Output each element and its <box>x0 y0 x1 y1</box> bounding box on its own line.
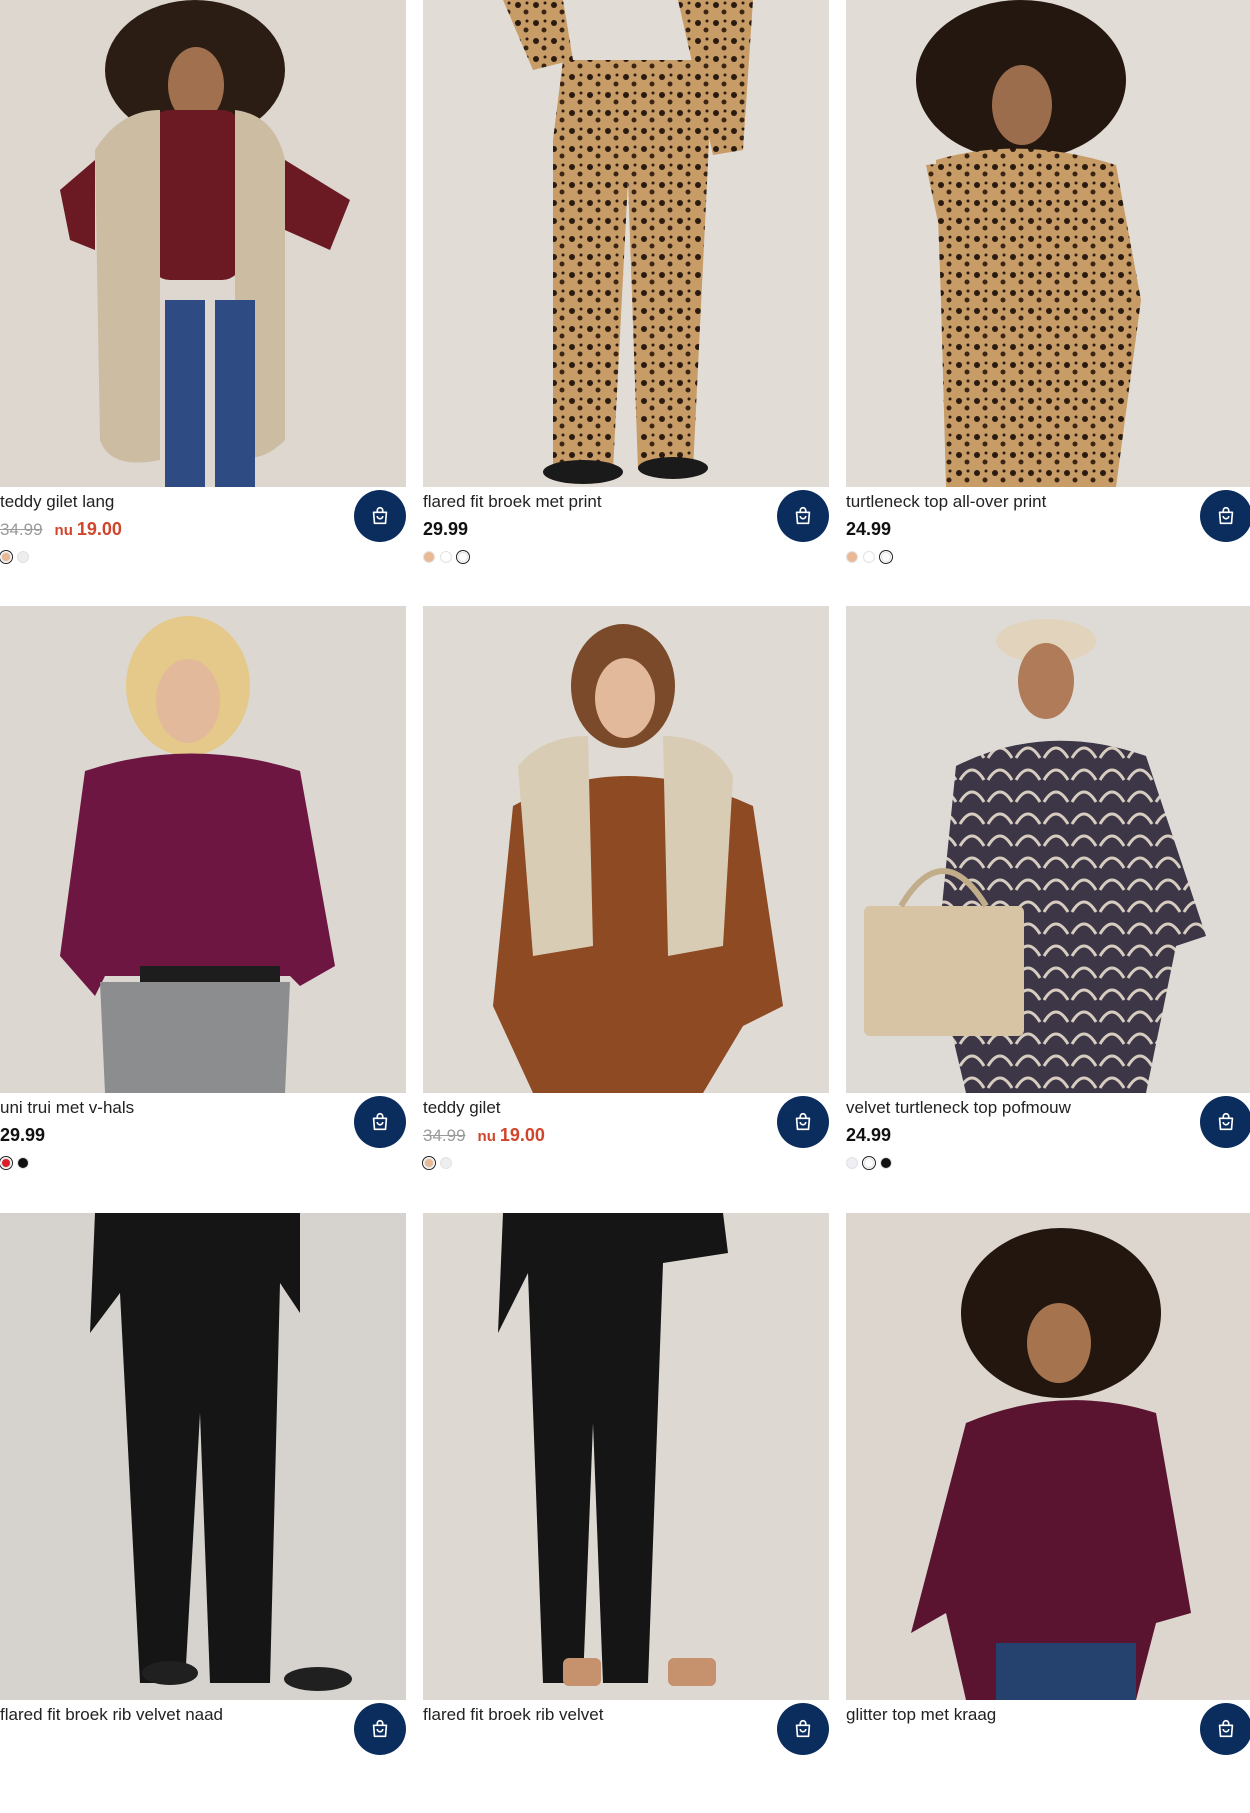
color-swatches <box>423 550 470 565</box>
product-image[interactable] <box>846 1213 1250 1700</box>
price: 29.99 <box>0 1125 46 1145</box>
color-swatch[interactable] <box>456 550 470 564</box>
sale-price: 19.00 <box>499 1125 545 1145</box>
product-title[interactable]: glitter top met kraag <box>846 1705 996 1725</box>
product-card[interactable]: velvet turtleneck top pofmouw 24.99 <box>846 606 1250 1206</box>
add-to-cart-button[interactable] <box>354 490 406 542</box>
price-row: 24.99 <box>846 1125 891 1147</box>
product-image[interactable] <box>423 1213 829 1700</box>
color-swatch[interactable] <box>423 551 435 563</box>
product-title[interactable]: uni trui met v-hals <box>0 1098 134 1118</box>
product-title[interactable]: velvet turtleneck top pofmouw <box>846 1098 1071 1118</box>
product-image[interactable] <box>0 0 406 487</box>
shopping-bag-icon <box>795 1719 811 1738</box>
product-title[interactable]: flared fit broek met print <box>423 492 602 512</box>
color-swatches <box>0 1156 29 1171</box>
product-card[interactable]: teddy gilet lang 34.99 nu 19.00 <box>0 0 406 600</box>
product-image[interactable] <box>0 1213 406 1700</box>
product-image[interactable] <box>423 606 829 1093</box>
product-title[interactable]: flared fit broek rib velvet <box>423 1705 603 1725</box>
shopping-bag-icon <box>372 1112 388 1131</box>
color-swatch[interactable] <box>863 551 875 563</box>
shopping-bag-icon <box>372 1719 388 1738</box>
price-row: 34.99 nu 19.00 <box>423 1125 545 1147</box>
color-swatch[interactable] <box>846 1157 858 1169</box>
color-swatches <box>846 550 893 565</box>
add-to-cart-button[interactable] <box>1200 1703 1250 1755</box>
color-swatch[interactable] <box>440 551 452 563</box>
product-card[interactable]: turtleneck top all-over print 24.99 <box>846 0 1250 600</box>
shopping-bag-icon <box>1218 1112 1234 1131</box>
product-grid: teddy gilet lang 34.99 nu 19.00 flared fit… <box>0 0 1250 1755</box>
shopping-bag-icon <box>372 506 388 525</box>
product-card[interactable]: flared fit broek rib velvet <box>423 1213 829 1813</box>
color-swatch[interactable] <box>422 1156 436 1170</box>
add-to-cart-button[interactable] <box>777 1703 829 1755</box>
product-card[interactable]: teddy gilet 34.99 nu 19.00 <box>422 606 829 1206</box>
price-row: 29.99 <box>0 1125 45 1147</box>
product-title[interactable]: flared fit broek rib velvet naad <box>0 1705 223 1725</box>
shopping-bag-icon <box>795 1112 811 1131</box>
product-card[interactable]: glitter top met kraag <box>846 1213 1250 1813</box>
product-card[interactable]: flared fit broek rib velvet naad <box>0 1213 406 1813</box>
old-price: 34.99 <box>423 1126 466 1145</box>
product-card[interactable]: flared fit broek met print 29.99 <box>423 0 829 600</box>
sale-label: nu <box>54 522 73 539</box>
add-to-cart-button[interactable] <box>354 1096 406 1148</box>
color-swatches <box>0 550 29 565</box>
price: 29.99 <box>423 519 469 539</box>
color-swatch[interactable] <box>17 1157 29 1169</box>
product-card[interactable]: uni trui met v-hals 29.99 <box>0 606 406 1206</box>
color-swatches <box>422 1156 452 1171</box>
shopping-bag-icon <box>795 506 811 525</box>
color-swatch[interactable] <box>0 1156 13 1170</box>
product-image[interactable] <box>0 606 406 1093</box>
color-swatch[interactable] <box>862 1156 876 1170</box>
price-row: 34.99 nu 19.00 <box>0 519 122 541</box>
product-image[interactable] <box>846 0 1250 487</box>
product-title[interactable]: teddy gilet <box>423 1098 501 1118</box>
add-to-cart-button[interactable] <box>1200 490 1250 542</box>
color-swatches <box>846 1156 892 1171</box>
color-swatch[interactable] <box>879 550 893 564</box>
add-to-cart-button[interactable] <box>777 1096 829 1148</box>
sale-label: nu <box>477 1128 496 1145</box>
product-title[interactable]: teddy gilet lang <box>0 492 114 512</box>
price-row: 24.99 <box>846 519 891 541</box>
color-swatch[interactable] <box>846 551 858 563</box>
add-to-cart-button[interactable] <box>777 490 829 542</box>
sale-price: 19.00 <box>76 519 122 539</box>
color-swatch[interactable] <box>17 551 29 563</box>
price: 24.99 <box>846 519 892 539</box>
shopping-bag-icon <box>1218 1719 1234 1738</box>
product-image[interactable] <box>846 606 1250 1093</box>
color-swatch[interactable] <box>440 1157 452 1169</box>
old-price: 34.99 <box>0 520 43 539</box>
add-to-cart-button[interactable] <box>354 1703 406 1755</box>
product-title[interactable]: turtleneck top all-over print <box>846 492 1046 512</box>
shopping-bag-icon <box>1218 506 1234 525</box>
price: 24.99 <box>846 1125 892 1145</box>
add-to-cart-button[interactable] <box>1200 1096 1250 1148</box>
product-image[interactable] <box>423 0 829 487</box>
color-swatch[interactable] <box>880 1157 892 1169</box>
color-swatch[interactable] <box>0 550 13 564</box>
price-row: 29.99 <box>423 519 468 541</box>
